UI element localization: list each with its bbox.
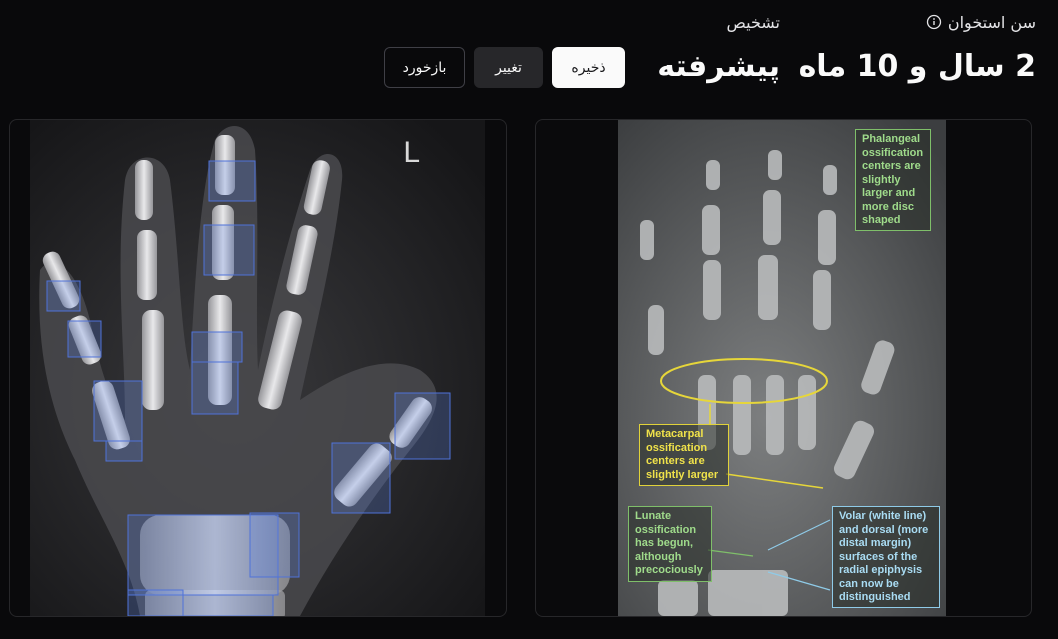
detection-box[interactable] [191, 331, 243, 363]
side-marker: L [403, 136, 420, 169]
ref-bone [823, 165, 837, 195]
bone-age-label: سن استخوان [947, 12, 1036, 32]
detection-box[interactable] [93, 380, 143, 442]
diagnosis-label: تشخیص [726, 12, 780, 32]
xray-panel-detections: L [9, 119, 507, 617]
annotation-lunate: Lunate ossification has begun, although … [628, 506, 712, 582]
ref-bone [640, 220, 654, 260]
ref-bone [702, 205, 720, 255]
ref-bone [706, 160, 720, 190]
ref-bone [818, 210, 836, 265]
detection-box[interactable] [331, 442, 391, 514]
ref-bone [766, 375, 784, 455]
xray-panel-reference: Phalangeal ossification centers are slig… [535, 119, 1032, 617]
annotation-volar: Volar (white line) and dorsal (more dist… [832, 506, 940, 608]
bone-age-label-row: سن استخوان [799, 10, 1036, 34]
ref-bone [703, 260, 721, 320]
detection-box[interactable] [249, 512, 300, 578]
save-button[interactable]: ذخیره [552, 47, 625, 88]
diagnosis-section: تشخیص پیشرفته [657, 10, 780, 86]
ref-bone [813, 270, 831, 330]
ref-ulna [658, 580, 698, 616]
detection-box[interactable] [127, 589, 184, 616]
diagnosis-value: پیشرفته [657, 49, 780, 84]
bone-age-section: سن استخوان 2 سال و 10 ماه [799, 10, 1036, 86]
detection-box[interactable] [182, 594, 274, 616]
detection-box[interactable] [67, 320, 102, 358]
bone-ring-2 [137, 230, 157, 300]
ref-radius [708, 570, 788, 616]
ref-bone [758, 255, 778, 320]
info-icon[interactable] [926, 14, 942, 30]
annotation-metacarpal: Metacarpal ossification centers are slig… [639, 424, 729, 486]
feedback-button[interactable]: بازخورد [384, 47, 465, 88]
ref-bone [733, 375, 751, 455]
ref-bone [763, 190, 781, 245]
detection-box[interactable] [46, 280, 81, 312]
detection-box[interactable] [105, 440, 143, 462]
bone-ring-3 [142, 310, 164, 410]
detection-box[interactable] [208, 160, 256, 202]
detection-box[interactable] [394, 392, 451, 460]
hand-xray-detections: L [30, 120, 485, 616]
bone-ring-1 [135, 160, 153, 220]
ref-bone [768, 150, 782, 180]
bone-age-value: 2 سال و 10 ماه [798, 49, 1036, 84]
change-button[interactable]: تغییر [474, 47, 543, 88]
ref-bone [798, 375, 816, 450]
detection-box[interactable] [203, 224, 255, 276]
detection-box[interactable] [191, 361, 239, 415]
annotation-phalangeal: Phalangeal ossification centers are slig… [855, 129, 931, 231]
ref-bone [648, 305, 664, 355]
